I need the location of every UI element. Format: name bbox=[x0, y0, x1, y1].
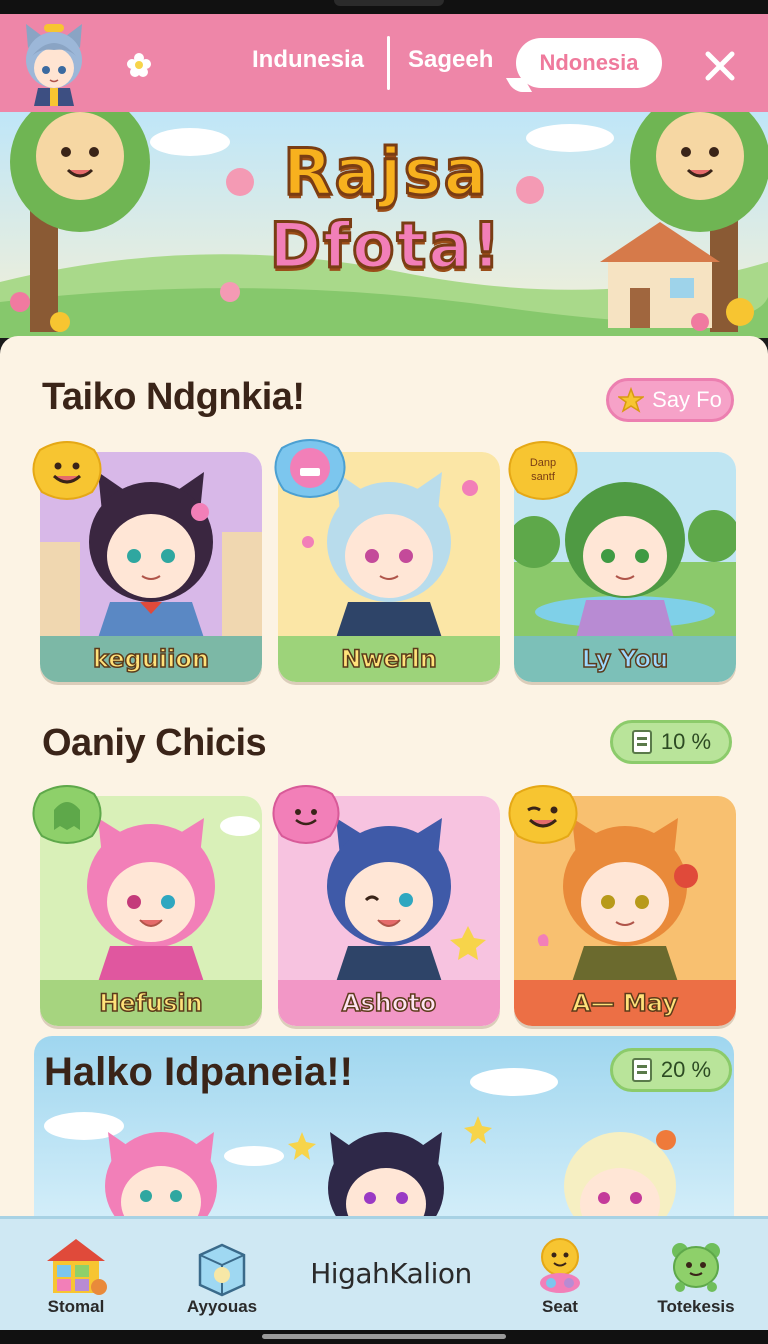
hero-banner: Rajsa Dfota! bbox=[0, 112, 768, 338]
character-name: A— May bbox=[514, 980, 736, 1026]
house-icon bbox=[47, 1239, 107, 1295]
close-icon[interactable] bbox=[702, 48, 738, 84]
progress-20-button[interactable]: 20 % bbox=[610, 1048, 732, 1092]
character-name: Nwerln bbox=[278, 636, 500, 682]
character-name: Ly You bbox=[514, 636, 736, 682]
pink-smiley-icon bbox=[270, 784, 342, 850]
logo-line2: Dfota! bbox=[268, 208, 503, 283]
tab-sageeh[interactable]: Sageeh bbox=[408, 46, 493, 74]
progress-10-button[interactable]: 10 % bbox=[610, 720, 732, 764]
character-name: Hefusin bbox=[40, 980, 262, 1026]
game-logo: Rajsa Dfota! bbox=[236, 135, 536, 284]
document-icon bbox=[631, 730, 652, 754]
nav-item-ayyouas[interactable]: Ayyouas bbox=[172, 1223, 272, 1327]
document-icon bbox=[631, 1058, 652, 1082]
say-fo-label: Say Fo bbox=[652, 387, 722, 412]
svg-text:santf: santf bbox=[531, 471, 556, 483]
nav-item-stomal[interactable]: Stomal bbox=[26, 1223, 126, 1327]
section-title-halko: Halko Idpaneia!! bbox=[44, 1050, 353, 1094]
nav-item-seat[interactable]: Seat bbox=[510, 1223, 610, 1327]
sun-character-icon bbox=[540, 1238, 580, 1293]
profile-avatar[interactable] bbox=[18, 18, 90, 106]
star-icon bbox=[618, 387, 645, 413]
tab-ndonesia-label: Ndonesia bbox=[539, 50, 639, 75]
speech-badge: Danp santf bbox=[506, 440, 580, 506]
box-icon bbox=[198, 1243, 246, 1297]
nav-center-label[interactable]: HigahKalion bbox=[296, 1257, 486, 1290]
nav-label-stomal: Stomal bbox=[47, 1297, 105, 1316]
home-indicator-bar bbox=[0, 1330, 768, 1344]
section-title-oaniy: Oaniy Chicis bbox=[42, 722, 267, 764]
character-name: keguiion bbox=[40, 636, 262, 682]
turtle-icon bbox=[672, 1243, 720, 1292]
top-nav: Indunesia Sageeh Ndonesia bbox=[0, 14, 768, 112]
status-bar bbox=[0, 0, 768, 14]
progress-10-label: 10 % bbox=[660, 729, 712, 754]
tab-divider bbox=[387, 36, 390, 90]
smiley-icon bbox=[30, 440, 104, 506]
svg-text:Danp: Danp bbox=[530, 457, 556, 469]
grin-icon bbox=[272, 438, 348, 504]
home-indicator[interactable] bbox=[262, 1334, 506, 1339]
nav-label-totekesis: Totekesis bbox=[657, 1297, 735, 1316]
main-content: Taiko Ndgnkia! Say Fo keguiion Nwerln Ly… bbox=[0, 336, 768, 1236]
camera-notch bbox=[334, 0, 444, 6]
character-name: Ashoto bbox=[278, 980, 500, 1026]
tab-indunesia[interactable]: Indunesia bbox=[252, 46, 364, 74]
nav-label-seat: Seat bbox=[542, 1297, 578, 1316]
progress-20-label: 20 % bbox=[660, 1057, 712, 1082]
featured-banner[interactable]: Halko Idpaneia!! 20 % bbox=[34, 1036, 734, 1236]
wink-icon bbox=[506, 784, 580, 850]
flower-icon bbox=[126, 52, 152, 78]
say-fo-button[interactable]: Say Fo bbox=[606, 378, 734, 422]
bottom-nav: Stomal Ayyouas HigahKalion Seat Totekesi… bbox=[0, 1216, 768, 1330]
ghost-icon bbox=[30, 784, 104, 850]
section-title-taiko: Taiko Ndgnkia! bbox=[42, 376, 305, 418]
logo-line1: Rajsa bbox=[282, 135, 489, 212]
nav-item-totekesis[interactable]: Totekesis bbox=[646, 1223, 746, 1327]
nav-label-ayyouas: Ayyouas bbox=[186, 1297, 258, 1316]
tab-ndonesia[interactable]: Ndonesia bbox=[516, 38, 662, 88]
